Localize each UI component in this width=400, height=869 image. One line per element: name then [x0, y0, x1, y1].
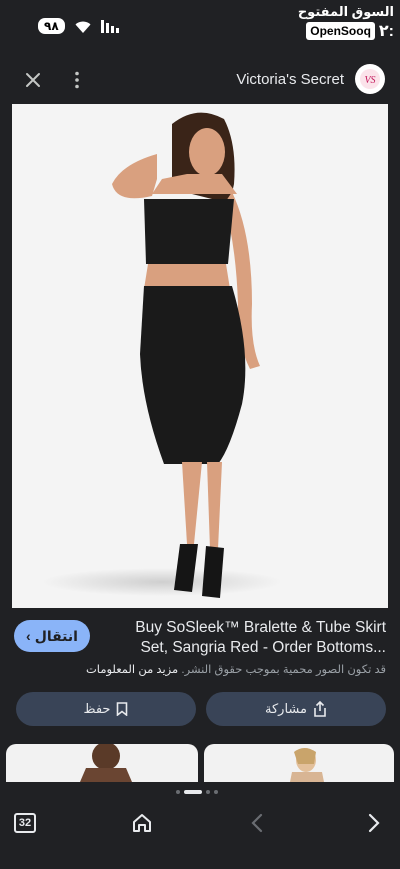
save-button[interactable]: حفظ: [16, 692, 196, 726]
site-logo[interactable]: VS: [355, 64, 385, 94]
chevron-left-icon: [251, 813, 263, 833]
brand-arabic: السوق المفتوح: [297, 4, 394, 19]
related-photo-1: [80, 744, 132, 782]
viewer-header: Victoria's Secret VS: [0, 56, 400, 104]
bookmark-icon: [117, 702, 128, 716]
disclaimer-text: قد تكون الصور محمية بموجب حقوق النشر.: [181, 664, 386, 676]
learn-more-link[interactable]: مزيد من المعلومات: [86, 664, 178, 676]
status-bar: ٩٨ السوق المفتوح OpenSooq ٢:: [0, 0, 400, 56]
visit-label: انتقال: [34, 627, 78, 644]
related-photo-2: [290, 748, 324, 782]
vs-logo-icon: VS: [360, 69, 380, 89]
close-icon[interactable]: [22, 69, 44, 91]
home-button[interactable]: [127, 808, 157, 838]
site-name[interactable]: Victoria's Secret: [236, 71, 344, 88]
signal-icon: [100, 20, 119, 33]
copyright-notice: قد تكون الصور محمية بموجب حقوق النشر. مز…: [16, 662, 386, 676]
forward-button[interactable]: [358, 808, 388, 838]
home-icon: [133, 814, 151, 832]
battery-indicator: ٩٨: [38, 18, 65, 34]
model-photo: [42, 112, 282, 598]
back-button[interactable]: [243, 808, 273, 838]
share-icon: [314, 701, 326, 717]
result-title[interactable]: Buy SoSleek™ Bralette & Tube Skirt Set, …: [108, 618, 386, 658]
brand-badge: OpenSooq: [306, 22, 375, 40]
share-label: مشاركة: [265, 701, 307, 716]
more-vert-icon[interactable]: [66, 69, 88, 91]
opensooq-watermark: السوق المفتوح OpenSooq ٢:: [294, 4, 394, 41]
tabs-count: 32: [14, 813, 36, 833]
product-image[interactable]: [12, 104, 388, 608]
related-image-1[interactable]: [6, 744, 198, 782]
save-label: حفظ: [83, 701, 111, 716]
chevron-right-icon: [368, 813, 380, 833]
visit-button[interactable]: ‹ انتقال: [14, 620, 90, 652]
svg-text:VS: VS: [364, 75, 375, 86]
browser-toolbar: 32: [0, 800, 400, 869]
wifi-icon: [75, 21, 91, 33]
share-button[interactable]: مشاركة: [206, 692, 386, 726]
chevron-left-icon: ‹: [26, 628, 31, 644]
clock: ٢:: [378, 23, 394, 40]
carousel-indicator: [176, 790, 218, 794]
status-indicators: ٩٨: [38, 18, 121, 34]
tabs-button[interactable]: 32: [10, 808, 40, 838]
related-image-2[interactable]: [204, 744, 394, 782]
